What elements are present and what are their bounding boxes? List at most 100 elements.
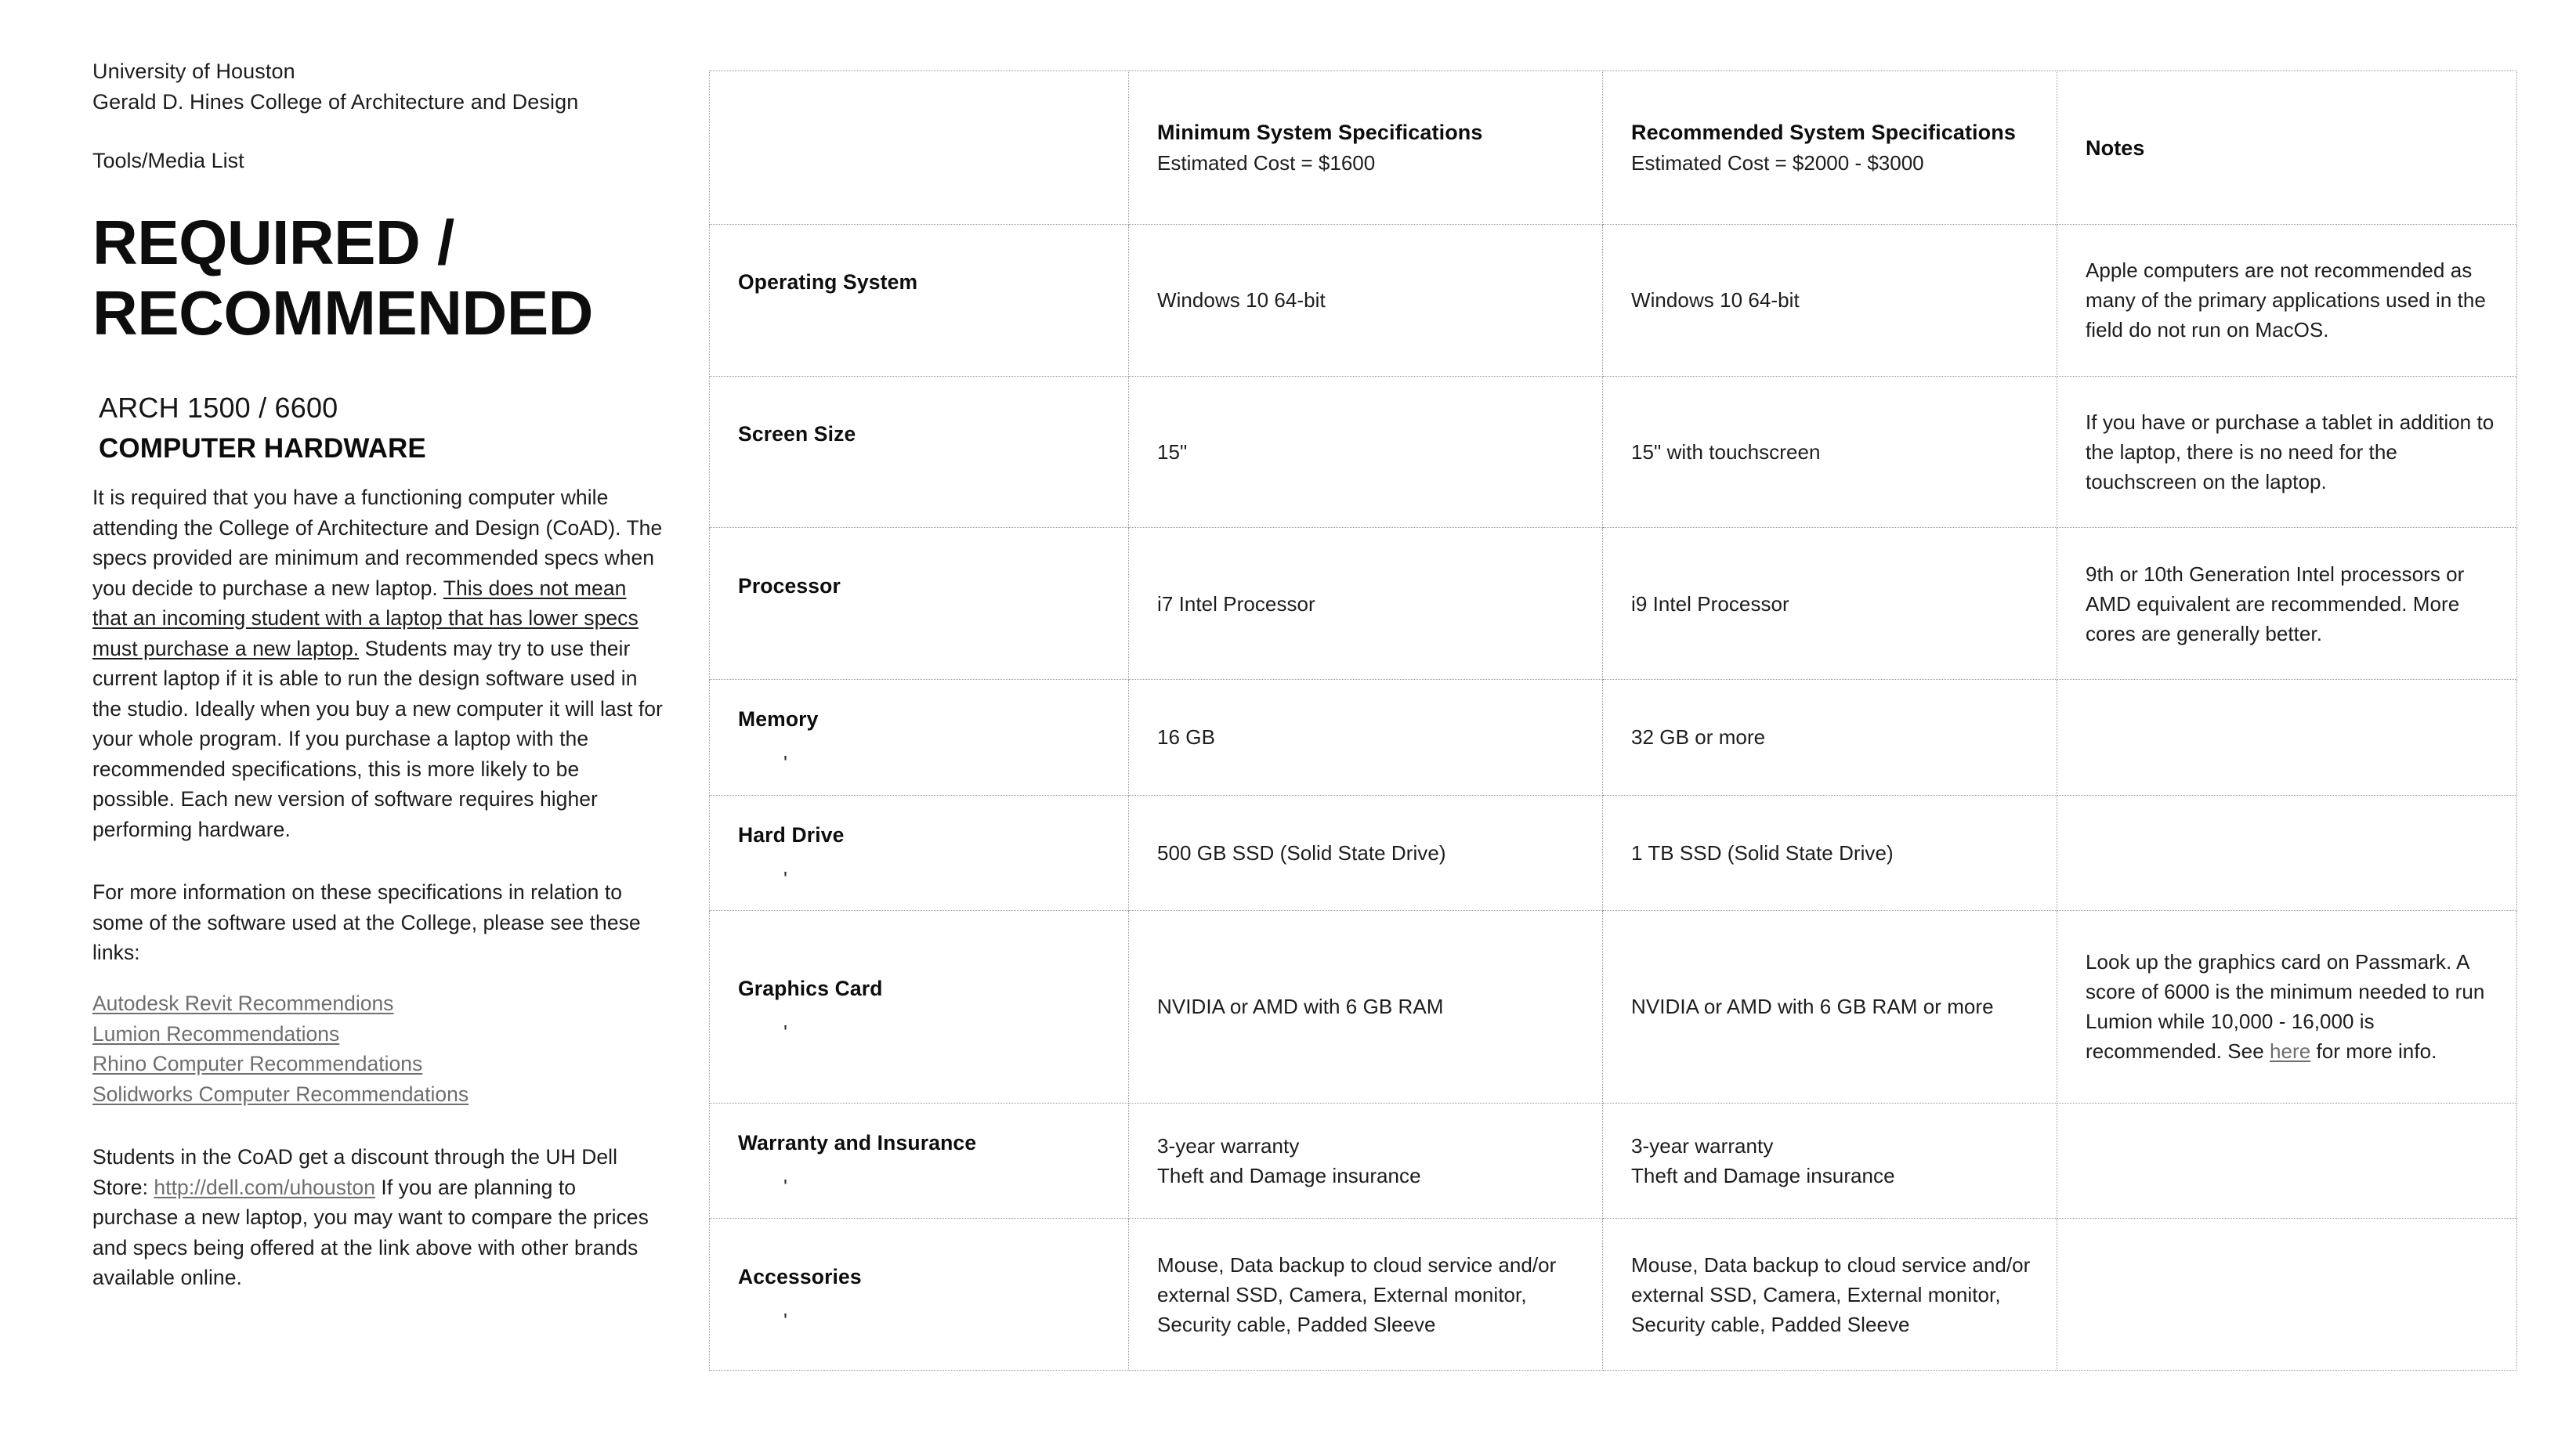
row-minimum-cell: 500 GB SSD (Solid State Drive) <box>1128 794 1603 912</box>
row-label-cell-warranty-and-insurance: Warranty and Insurance ' <box>709 1102 1129 1220</box>
row-recommended-cell: i9 Intel Processor <box>1602 527 2057 681</box>
row-label-cell-operating-system: Operating System <box>709 224 1129 377</box>
row-recommended-text: 3-year warranty Theft and Damage insuran… <box>1631 1133 1895 1187</box>
row-label-text: Graphics Card <box>738 977 883 1001</box>
page-title-line-1: REQUIRED / <box>92 208 454 277</box>
table-row: Processor i7 Intel Processor i9 Intel Pr… <box>709 527 2517 681</box>
row-recommended-cell: 32 GB or more <box>1602 679 2057 796</box>
row-label-text: Screen Size <box>738 422 856 446</box>
row-minimum-text: 500 GB SSD (Solid State Drive) <box>1157 841 1446 865</box>
row-minimum-cell: NVIDIA or AMD with 6 GB RAM <box>1128 910 1603 1104</box>
table-row: Memory ' 16 GB 32 GB or more <box>709 679 2517 796</box>
organization-line-2: Gerald D. Hines College of Architecture … <box>92 90 579 114</box>
row-minimum-text: 16 GB <box>1157 725 1215 750</box>
row-recommended-text: Windows 10 64-bit <box>1631 288 1800 313</box>
row-minimum-text: Windows 10 64-bit <box>1157 288 1326 313</box>
row-mark: ' <box>783 1174 787 1198</box>
header-recommended-title: Recommended System Specifications <box>1631 121 2016 144</box>
row-notes-cell: 9th or 10th Generation Intel processors … <box>2057 527 2517 681</box>
row-mark <box>783 618 1109 635</box>
row-minimum-text: i7 Intel Processor <box>1157 591 1315 616</box>
link-passmark-here[interactable]: here <box>2270 1039 2310 1063</box>
row-mark: ' <box>783 867 787 891</box>
row-recommended-cell: Windows 10 64-bit <box>1602 224 2057 377</box>
header-minimum-title: Minimum System Specifications <box>1157 121 1483 144</box>
tools-media-list-label: Tools/Media List <box>92 149 244 172</box>
intro-paragraph-1: It is required that you have a functioni… <box>92 482 664 844</box>
header-cell-notes: Notes <box>2057 70 2517 225</box>
table-row: Graphics Card ' NVIDIA or AMD with 6 GB … <box>709 910 2517 1104</box>
row-notes-cell: Apple computers are not recommended as m… <box>2057 224 2517 377</box>
row-notes-cell: Look up the graphics card on Passmark. A… <box>2057 910 2517 1104</box>
link-autodesk-revit-recommendations[interactable]: Autodesk Revit Recommendions <box>92 988 664 1019</box>
notes-text-part-b: for more info. <box>2310 1039 2437 1064</box>
row-minimum-cell: 3-year warranty Theft and Damage insuran… <box>1128 1102 1603 1220</box>
row-mark: ' <box>783 751 787 775</box>
row-notes-text: Apple computers are not recommended as m… <box>2086 258 2486 342</box>
link-rhino-computer-recommendations[interactable]: Rhino Computer Recommendations <box>92 1049 664 1079</box>
row-minimum-text: Mouse, Data backup to cloud service and/… <box>1157 1252 1557 1336</box>
row-recommended-text: 1 TB SSD (Solid State Drive) <box>1631 841 1894 865</box>
row-minimum-cell: 16 GB <box>1128 679 1603 796</box>
row-notes-cell <box>2057 794 2517 912</box>
table-row: Operating System Windows 10 64-bit Windo… <box>709 224 2517 377</box>
row-mark <box>783 466 1109 483</box>
header-cell-minimum: Minimum System Specifications Estimated … <box>1128 70 1603 225</box>
row-recommended-cell: 1 TB SSD (Solid State Drive) <box>1602 794 2057 912</box>
row-mark: ' <box>783 1308 787 1332</box>
subject-title: COMPUTER HARDWARE <box>99 433 426 464</box>
row-label-cell-memory: Memory ' <box>709 679 1129 796</box>
hardware-specifications-table-container: Minimum System Specifications Estimated … <box>709 70 2517 1371</box>
row-notes-cell <box>2057 679 2517 796</box>
row-minimum-cell: 15" <box>1128 375 1603 529</box>
link-lumion-recommendations[interactable]: Lumion Recommendations <box>92 1019 664 1050</box>
intro-paragraph-2: For more information on these specificat… <box>92 880 641 965</box>
intro-paragraph-1-part-b: Students may try to use their current la… <box>92 636 663 841</box>
course-code: ARCH 1500 / 6600 <box>99 392 338 425</box>
row-mark <box>783 314 1109 331</box>
table-row: Screen Size 15" 15" with touchscreen If … <box>709 375 2517 529</box>
row-recommended-text: NVIDIA or AMD with 6 GB RAM or more <box>1631 995 1994 1019</box>
intro-paragraph-3: Students in the CoAD get a discount thro… <box>92 1142 664 1293</box>
row-minimum-text: 3-year warranty Theft and Damage insuran… <box>1157 1133 1421 1187</box>
row-recommended-text: 32 GB or more <box>1631 725 1766 750</box>
row-recommended-text: i9 Intel Processor <box>1631 591 1789 616</box>
row-recommended-cell: NVIDIA or AMD with 6 GB RAM or more <box>1602 910 2057 1104</box>
link-uh-dell-store[interactable]: http://dell.com/uhouston <box>154 1176 375 1199</box>
link-solidworks-computer-recommendations[interactable]: Solidworks Computer Recommendations <box>92 1079 664 1110</box>
row-recommended-text: 15" with touchscreen <box>1631 440 1821 464</box>
page-title: REQUIRED / RECOMMENDED <box>92 208 664 349</box>
document-info-panel: University of Houston Gerald D. Hines Co… <box>92 56 664 1313</box>
row-notes-text: If you have or purchase a tablet in addi… <box>2086 410 2495 494</box>
row-mark: ' <box>783 1021 787 1045</box>
header-notes-title: Notes <box>2086 136 2145 160</box>
hardware-specifications-table: Minimum System Specifications Estimated … <box>709 70 2517 1371</box>
header-recommended-cost: Estimated Cost = $2000 - $3000 <box>1631 151 1924 175</box>
row-label-text: Operating System <box>738 270 918 294</box>
row-label-text: Warranty and Insurance <box>738 1130 977 1155</box>
row-notes-cell: If you have or purchase a tablet in addi… <box>2057 375 2517 529</box>
table-row: Warranty and Insurance ' 3-year warranty… <box>709 1102 2517 1220</box>
software-links-list: Autodesk Revit Recommendions Lumion Reco… <box>92 988 664 1109</box>
row-label-text: Processor <box>738 573 841 598</box>
row-notes-cell <box>2057 1102 2517 1220</box>
row-minimum-cell: Windows 10 64-bit <box>1128 224 1603 377</box>
table-row: Hard Drive ' 500 GB SSD (Solid State Dri… <box>709 794 2517 912</box>
header-cell-blank <box>709 70 1129 225</box>
header-cell-recommended: Recommended System Specifications Estima… <box>1602 70 2057 225</box>
table-header-row: Minimum System Specifications Estimated … <box>709 70 2517 225</box>
row-label-text: Memory <box>738 707 819 732</box>
row-minimum-text: NVIDIA or AMD with 6 GB RAM <box>1157 995 1444 1019</box>
row-minimum-text: 15" <box>1157 440 1188 464</box>
row-minimum-cell: Mouse, Data backup to cloud service and/… <box>1128 1218 1603 1371</box>
row-recommended-text: Mouse, Data backup to cloud service and/… <box>1631 1252 2031 1336</box>
row-label-text: Hard Drive <box>738 823 845 847</box>
row-recommended-cell: 15" with touchscreen <box>1602 375 2057 529</box>
row-recommended-cell: 3-year warranty Theft and Damage insuran… <box>1602 1102 2057 1220</box>
row-minimum-cell: i7 Intel Processor <box>1128 527 1603 681</box>
row-label-cell-hard-drive: Hard Drive ' <box>709 794 1129 912</box>
header-minimum-cost: Estimated Cost = $1600 <box>1157 151 1376 175</box>
row-notes-text: 9th or 10th Generation Intel processors … <box>2086 562 2465 645</box>
row-label-cell-accessories: Accessories ' <box>709 1218 1129 1371</box>
row-label-cell-screen-size: Screen Size <box>709 375 1129 529</box>
